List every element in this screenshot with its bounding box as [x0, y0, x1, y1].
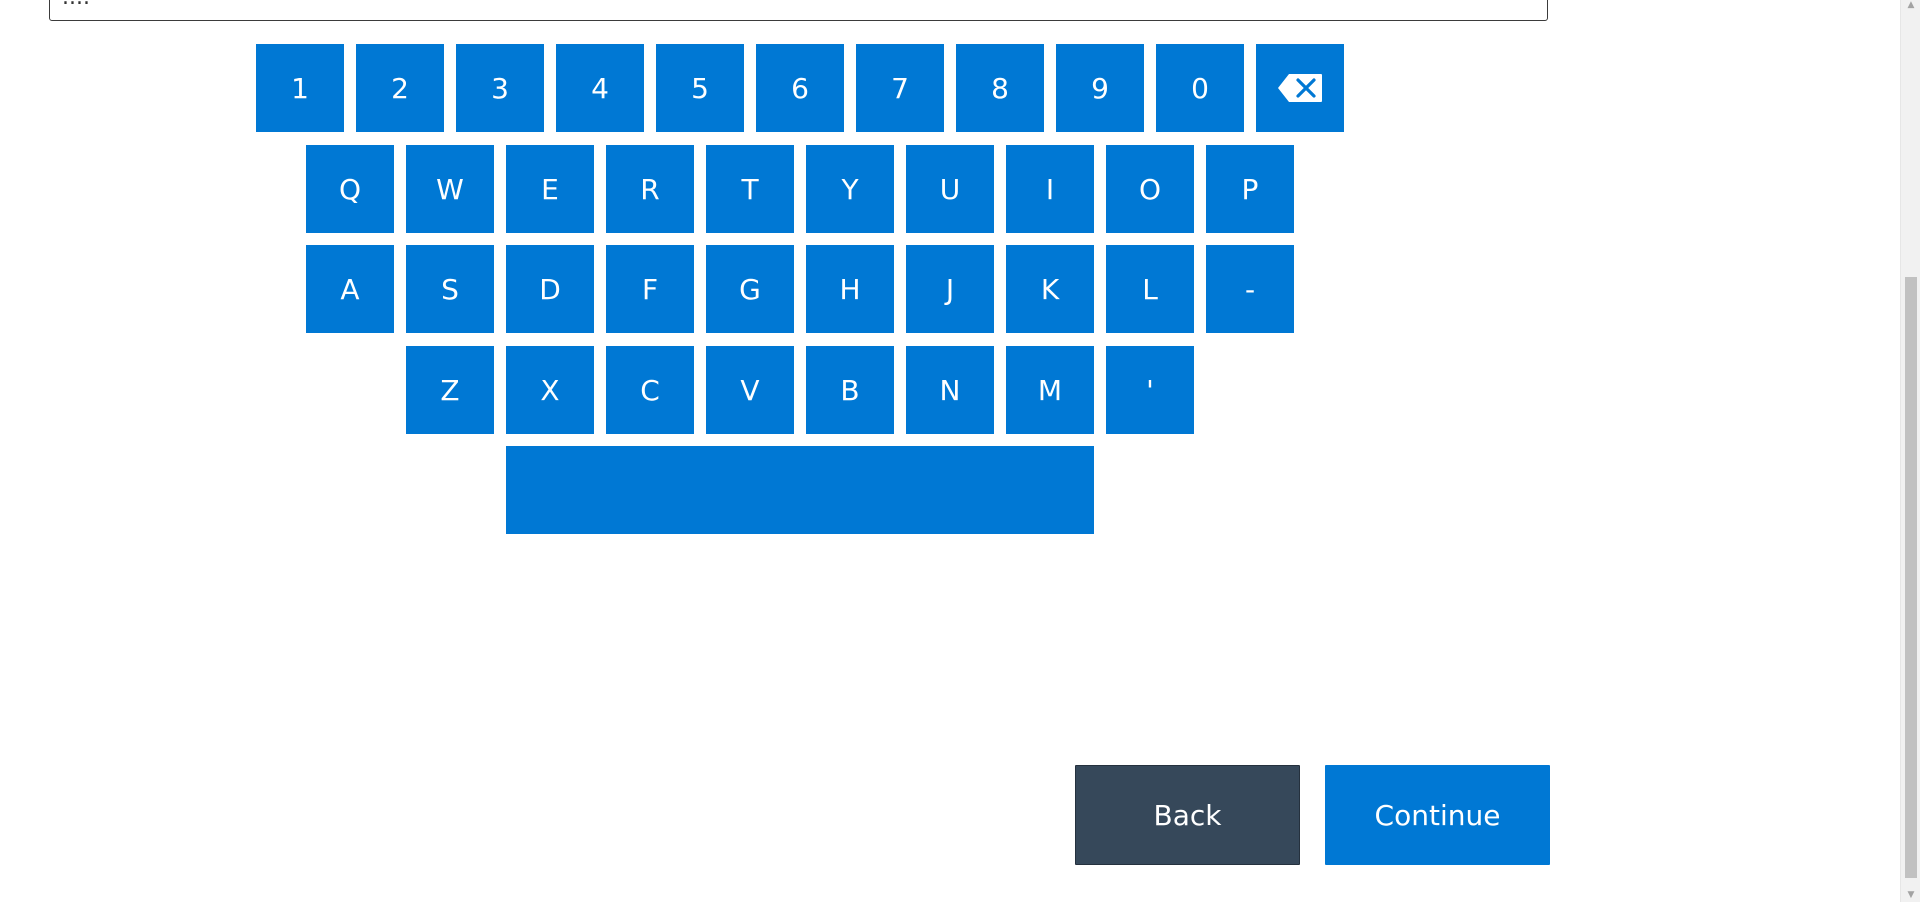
key-y[interactable]: Y	[806, 145, 894, 233]
backspace-key[interactable]	[1256, 44, 1344, 132]
vertical-scrollbar[interactable]: ▲ ▼	[1900, 0, 1920, 902]
backspace-icon	[1277, 73, 1323, 103]
key-p[interactable]: P	[1206, 145, 1294, 233]
scroll-thumb[interactable]	[1905, 277, 1917, 878]
key-3[interactable]: 3	[456, 44, 544, 132]
key-l[interactable]: L	[1106, 245, 1194, 333]
back-button[interactable]: Back	[1075, 765, 1300, 865]
key-b[interactable]: B	[806, 346, 894, 434]
scroll-up-arrow-icon[interactable]: ▲	[1906, 0, 1916, 10]
key-9[interactable]: 9	[1056, 44, 1144, 132]
key-i[interactable]: I	[1006, 145, 1094, 233]
key-d[interactable]: D	[506, 245, 594, 333]
key-v[interactable]: V	[706, 346, 794, 434]
key-h[interactable]: H	[806, 245, 894, 333]
continue-button[interactable]: Continue	[1325, 765, 1550, 865]
key-z[interactable]: Z	[406, 346, 494, 434]
key-a[interactable]: A	[306, 245, 394, 333]
key-s[interactable]: S	[406, 245, 494, 333]
key-hyphen[interactable]: -	[1206, 245, 1294, 333]
key-q[interactable]: Q	[306, 145, 394, 233]
key-k[interactable]: K	[1006, 245, 1094, 333]
text-input-field[interactable]: ....	[49, 0, 1548, 21]
key-o[interactable]: O	[1106, 145, 1194, 233]
key-g[interactable]: G	[706, 245, 794, 333]
key-u[interactable]: U	[906, 145, 994, 233]
key-0[interactable]: 0	[1156, 44, 1244, 132]
key-w[interactable]: W	[406, 145, 494, 233]
key-f[interactable]: F	[606, 245, 694, 333]
space-key[interactable]	[506, 446, 1094, 534]
key-7[interactable]: 7	[856, 44, 944, 132]
scroll-down-arrow-icon[interactable]: ▼	[1906, 890, 1916, 900]
page: .... 1 2 3 4 5 6 7 8 9 0 Q W E R T Y U I…	[0, 0, 1920, 902]
key-1[interactable]: 1	[256, 44, 344, 132]
key-n[interactable]: N	[906, 346, 994, 434]
key-e[interactable]: E	[506, 145, 594, 233]
key-x[interactable]: X	[506, 346, 594, 434]
key-4[interactable]: 4	[556, 44, 644, 132]
key-c[interactable]: C	[606, 346, 694, 434]
key-m[interactable]: M	[1006, 346, 1094, 434]
key-2[interactable]: 2	[356, 44, 444, 132]
key-r[interactable]: R	[606, 145, 694, 233]
key-6[interactable]: 6	[756, 44, 844, 132]
key-5[interactable]: 5	[656, 44, 744, 132]
key-j[interactable]: J	[906, 245, 994, 333]
key-t[interactable]: T	[706, 145, 794, 233]
text-input-value: ....	[62, 0, 90, 9]
key-apostrophe[interactable]: '	[1106, 346, 1194, 434]
key-8[interactable]: 8	[956, 44, 1044, 132]
